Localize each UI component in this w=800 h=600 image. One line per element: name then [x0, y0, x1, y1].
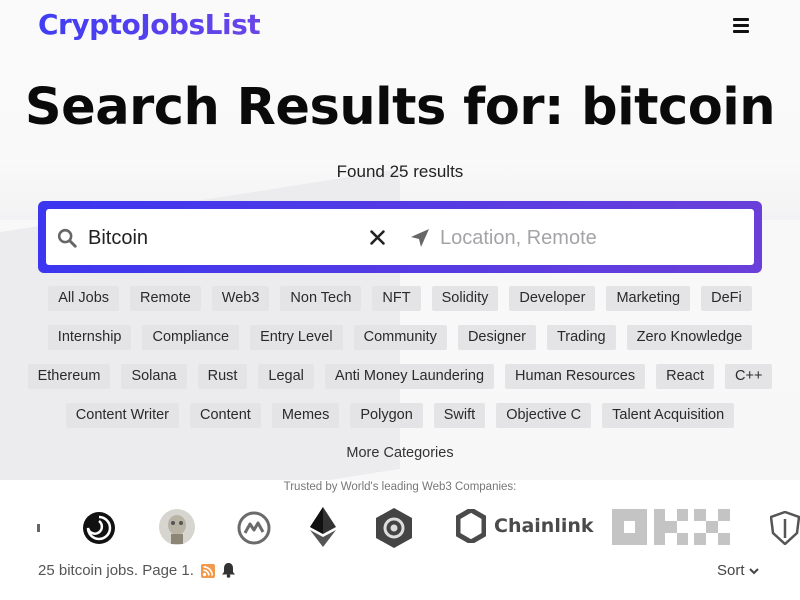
company-logos: Chainlink: [0, 505, 800, 551]
tag-nft[interactable]: NFT: [372, 286, 421, 311]
swirl-logo: [83, 512, 115, 544]
chainlink-label: Chainlink: [494, 515, 594, 537]
coinmarketcap-logo: [237, 511, 271, 545]
jobs-summary: 25 bitcoin jobs. Page 1.: [38, 562, 194, 579]
tag-designer[interactable]: Designer: [457, 325, 536, 350]
location-input[interactable]: [440, 221, 740, 255]
tag-zero-knowledge[interactable]: Zero Knowledge: [626, 325, 753, 350]
more-categories-link[interactable]: More Categories: [0, 445, 800, 461]
tag-react[interactable]: React: [656, 364, 715, 389]
tag-swift[interactable]: Swift: [433, 403, 486, 428]
search-icon: [57, 228, 77, 248]
monkey-avatar-logo: [159, 509, 195, 545]
location-arrow-icon: [411, 229, 429, 247]
partial-logo-left: [37, 524, 40, 532]
tag-polygon[interactable]: Polygon: [350, 403, 423, 428]
chevron-down-icon: [748, 568, 759, 575]
tag-non-tech[interactable]: Non Tech: [280, 286, 362, 311]
chainlink-hexagon-icon: [456, 509, 486, 543]
tag-anti-money-laundering[interactable]: Anti Money Laundering: [324, 364, 495, 389]
search-bar-inner: [46, 209, 754, 265]
tag-talent-acquisition[interactable]: Talent Acquisition: [602, 403, 735, 428]
results-count: Found 25 results: [336, 162, 464, 181]
site-header: CryptoJobsList: [0, 0, 800, 58]
search-input[interactable]: [88, 221, 358, 255]
tag-rust[interactable]: Rust: [197, 364, 248, 389]
tag-row: Ethereum Solana Rust Legal Anti Money La…: [0, 364, 800, 389]
tag-objective-c[interactable]: Objective C: [496, 403, 592, 428]
tag-memes[interactable]: Memes: [271, 403, 340, 428]
site-logo[interactable]: CryptoJobsList: [38, 8, 261, 41]
rss-icon[interactable]: [201, 564, 215, 578]
tag-compliance[interactable]: Compliance: [142, 325, 240, 350]
tag-content[interactable]: Content: [190, 403, 261, 428]
tag-community[interactable]: Community: [353, 325, 447, 350]
tag-web3[interactable]: Web3: [211, 286, 270, 311]
tag-developer[interactable]: Developer: [509, 286, 596, 311]
tag-ethereum[interactable]: Ethereum: [27, 364, 111, 389]
tag-solana[interactable]: Solana: [121, 364, 187, 389]
tag-internship[interactable]: Internship: [47, 325, 132, 350]
tag-defi[interactable]: DeFi: [701, 286, 752, 311]
tag-all-jobs[interactable]: All Jobs: [48, 286, 120, 311]
chainlink-logo: Chainlink: [456, 509, 594, 543]
okx-logo: [612, 509, 730, 545]
page-title: Search Results for: bitcoin: [24, 78, 776, 137]
sort-label: Sort: [717, 562, 745, 579]
close-icon[interactable]: [369, 229, 386, 246]
tag-solidity[interactable]: Solidity: [431, 286, 499, 311]
tag-row: All Jobs Remote Web3 Non Tech NFT Solidi…: [0, 286, 800, 311]
bell-icon[interactable]: [221, 562, 236, 578]
search-bar: [38, 201, 762, 273]
tag-remote[interactable]: Remote: [130, 286, 201, 311]
tag-entry-level[interactable]: Entry Level: [250, 325, 343, 350]
trusted-by-text: Trusted by World's leading Web3 Companie…: [283, 481, 517, 493]
tag-marketing[interactable]: Marketing: [606, 286, 691, 311]
tag-row: Internship Compliance Entry Level Commun…: [0, 325, 800, 350]
signal-logo: [376, 508, 412, 548]
tag-cpp[interactable]: C++: [725, 364, 773, 389]
tag-trading[interactable]: Trading: [546, 325, 616, 350]
shield-logo: [770, 511, 800, 545]
tag-human-resources[interactable]: Human Resources: [505, 364, 646, 389]
ethereum-logo: [310, 507, 336, 547]
tag-legal[interactable]: Legal: [258, 364, 314, 389]
hamburger-menu-icon[interactable]: [733, 18, 749, 34]
tag-row: Content Writer Content Memes Polygon Swi…: [0, 403, 800, 428]
results-toolbar: 25 bitcoin jobs. Page 1. Sort: [0, 560, 800, 584]
tag-content-writer[interactable]: Content Writer: [65, 403, 180, 428]
sort-button[interactable]: Sort: [717, 562, 759, 579]
